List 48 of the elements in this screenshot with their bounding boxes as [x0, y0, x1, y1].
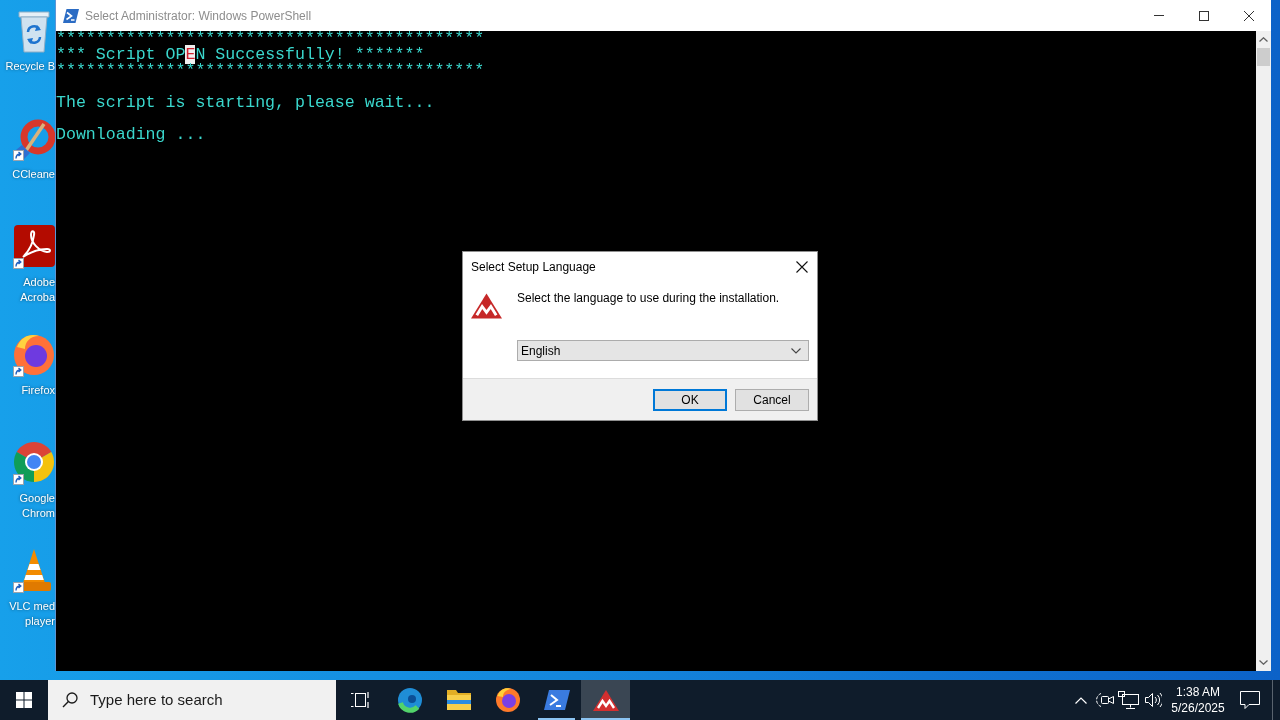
console-line: ******************************************* — [56, 31, 486, 47]
desktop-icon-label: Firefox — [21, 383, 55, 398]
console-line: The script is starting, please wait... — [56, 95, 436, 111]
video-camera-icon[interactable] — [1096, 692, 1114, 708]
language-dropdown[interactable]: English — [517, 340, 809, 361]
swirl-circle-icon — [396, 687, 423, 713]
dialog-button[interactable]: Cancel — [735, 388, 809, 411]
desktop-icon-label: CCleane — [12, 167, 55, 182]
chevron-down-icon — [791, 347, 801, 354]
maximize-icon — [1198, 10, 1209, 21]
swirl-tile-icon[interactable] — [13, 223, 55, 269]
clock-date: 5/26/2025 — [1171, 700, 1225, 716]
prompt-icon — [63, 8, 79, 23]
message-bubble-icon[interactable] — [1240, 691, 1260, 709]
scrollbar[interactable] — [1256, 31, 1271, 671]
desktop-icon-label: VLC med player — [9, 599, 55, 629]
triangle-logo-icon — [471, 293, 502, 319]
close-icon — [796, 260, 808, 273]
chevron-up-icon[interactable] — [1075, 696, 1087, 704]
clock-time: 1:38 AM — [1176, 684, 1220, 700]
fox-globe-icon — [494, 687, 521, 713]
window-title: Select Administrator: Windows PowerShell — [85, 7, 312, 25]
network-monitor-icon[interactable] — [1118, 691, 1140, 709]
scroll-down-icon[interactable] — [1259, 660, 1268, 665]
dialog-button[interactable]: OK — [653, 388, 727, 411]
search-icon — [62, 692, 78, 708]
console-line: *** Script OPEN Successfully! ******* — [56, 47, 425, 63]
console-line: Downloading ... — [56, 127, 207, 143]
dialog-title: Select Setup Language — [471, 258, 596, 276]
taskbar-app-button[interactable] — [581, 680, 630, 720]
folder-icon — [445, 689, 472, 711]
desktop-icon-label: Google Chrom — [19, 491, 55, 521]
desktop-icon-label: Adobe Acroba — [20, 275, 55, 305]
minimize-icon — [1153, 15, 1164, 16]
search-bar[interactable]: Type here to search — [48, 680, 336, 720]
dialog-message: Select the language to use during the installation. — [517, 291, 781, 306]
close-icon — [1243, 10, 1254, 21]
scrollbar-thumb[interactable] — [1257, 48, 1270, 66]
scroll-up-icon[interactable] — [1259, 37, 1268, 42]
prompt-icon — [543, 690, 570, 710]
windows-logo-icon — [16, 692, 32, 708]
triangle-logo-icon — [592, 689, 619, 711]
speaker-icon[interactable] — [1144, 692, 1162, 708]
task-view-icon — [350, 691, 371, 709]
sector-circle-icon[interactable] — [13, 439, 55, 485]
search-field[interactable]: Type here to search — [90, 688, 330, 712]
desktop-icon-label: Recycle B — [5, 59, 55, 74]
console-line: ******************************************* — [56, 63, 486, 79]
